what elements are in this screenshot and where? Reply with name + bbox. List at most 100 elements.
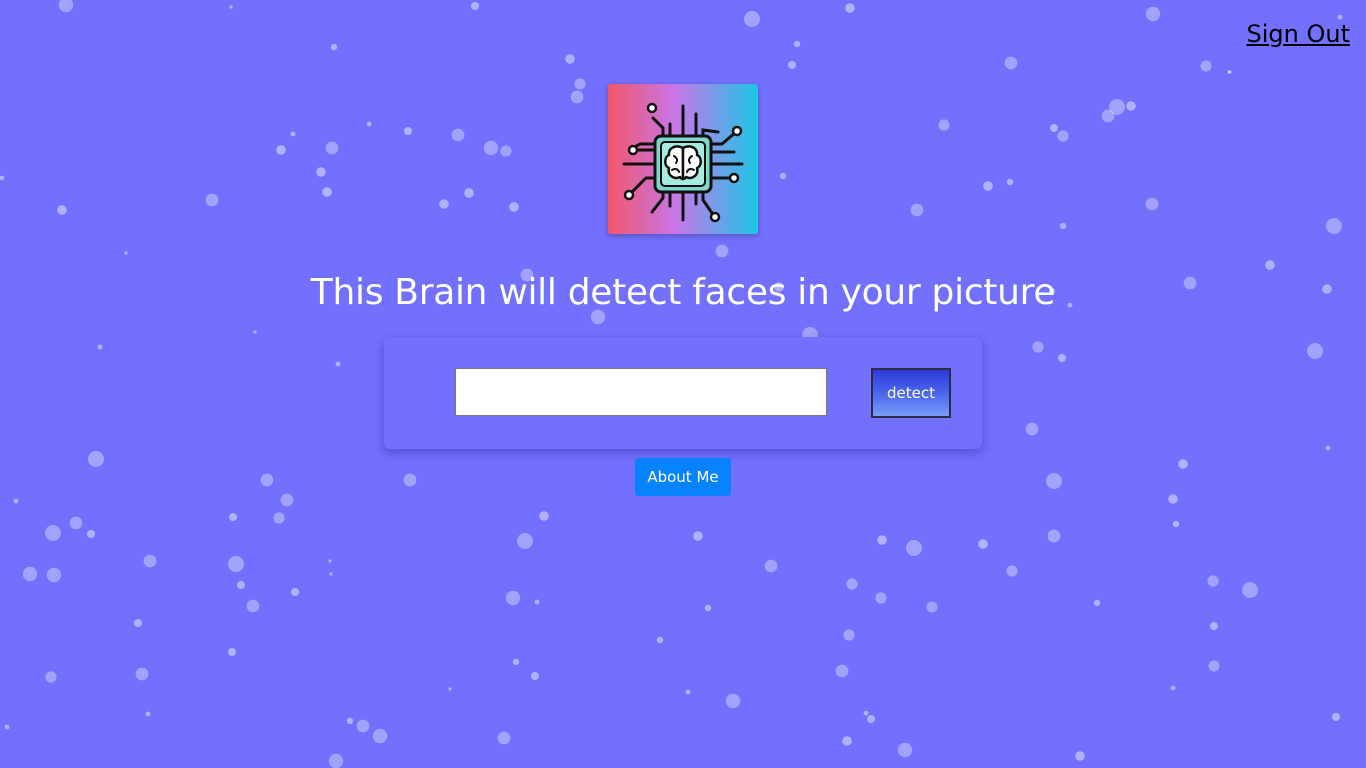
- particle: [1242, 582, 1258, 598]
- particle: [1265, 260, 1275, 270]
- particle: [246, 599, 260, 613]
- particle: [1047, 529, 1061, 543]
- particle: [22, 566, 38, 582]
- particle: [1006, 178, 1014, 186]
- particle: [1050, 124, 1058, 132]
- particle: [322, 187, 332, 197]
- particle: [69, 516, 83, 530]
- particle: [875, 592, 887, 604]
- sign-out-link[interactable]: Sign Out: [1247, 20, 1351, 48]
- particle: [906, 540, 922, 556]
- particle: [145, 711, 151, 717]
- particle: [534, 599, 540, 605]
- particle: [228, 648, 236, 656]
- particle: [793, 40, 801, 48]
- particle: [88, 451, 104, 467]
- particle: [1032, 341, 1044, 353]
- particle: [335, 361, 341, 367]
- particle: [1126, 101, 1136, 111]
- particle: [330, 43, 338, 51]
- particle: [744, 11, 760, 27]
- particle: [276, 145, 286, 155]
- particle: [835, 664, 849, 678]
- particle: [1178, 459, 1188, 469]
- particle: [978, 539, 988, 549]
- particle: [328, 559, 332, 563]
- particle: [539, 511, 549, 521]
- particle: [1046, 473, 1062, 489]
- particle: [328, 753, 344, 768]
- about-me-button[interactable]: About Me: [635, 458, 731, 496]
- particle: [228, 556, 244, 572]
- particle: [725, 693, 741, 709]
- particle: [570, 90, 584, 104]
- particle: [1228, 70, 1232, 74]
- particle: [1057, 130, 1069, 142]
- particle: [471, 2, 479, 10]
- particle: [1145, 6, 1161, 22]
- particle: [280, 493, 294, 507]
- particle: [512, 658, 520, 666]
- particle: [788, 61, 796, 69]
- particle: [500, 145, 512, 157]
- particle: [1208, 660, 1220, 672]
- particle: [565, 54, 575, 64]
- particle: [46, 567, 62, 583]
- particle: [574, 78, 586, 90]
- particle: [1109, 99, 1125, 115]
- particle: [143, 554, 157, 568]
- particle: [715, 244, 729, 258]
- particle: [779, 172, 787, 180]
- particle: [1337, 14, 1343, 20]
- detect-button[interactable]: detect: [871, 368, 951, 418]
- particle: [846, 578, 858, 590]
- particle: [842, 736, 852, 746]
- particle: [346, 717, 354, 725]
- particle: [229, 5, 233, 9]
- particle: [897, 742, 913, 758]
- particle: [910, 203, 924, 217]
- particle: [1307, 343, 1323, 359]
- particle: [509, 202, 519, 212]
- particle: [356, 719, 370, 733]
- particle: [439, 199, 449, 209]
- particle: [87, 530, 95, 538]
- particle: [938, 119, 950, 131]
- particle: [867, 715, 875, 723]
- particle: [316, 167, 326, 177]
- particle: [1325, 445, 1331, 451]
- particle: [704, 604, 712, 612]
- particle: [483, 140, 499, 156]
- particle: [404, 127, 412, 135]
- brain-chip-icon: [622, 102, 744, 223]
- particle: [1101, 109, 1115, 123]
- page-headline: This Brain will detect faces in your pic…: [310, 272, 1056, 313]
- particle: [1170, 685, 1176, 691]
- particle: [13, 498, 19, 504]
- particle: [124, 251, 128, 255]
- particle: [764, 559, 778, 573]
- particle: [693, 531, 703, 541]
- particle: [531, 672, 539, 680]
- image-url-input[interactable]: [455, 368, 827, 416]
- particle: [1075, 751, 1085, 761]
- particle: [451, 128, 465, 142]
- logo: [608, 84, 758, 234]
- particle: [0, 175, 5, 181]
- particle: [366, 121, 372, 127]
- particle: [1059, 222, 1067, 230]
- particle: [1210, 622, 1218, 630]
- particle: [497, 731, 511, 745]
- particle: [1207, 575, 1219, 587]
- particle: [505, 590, 521, 606]
- particle: [134, 619, 142, 627]
- particle: [291, 588, 299, 596]
- particle: [1004, 56, 1018, 70]
- particle: [329, 572, 333, 576]
- particle: [1200, 60, 1212, 72]
- particle: [403, 473, 417, 487]
- particle: [877, 535, 887, 545]
- particle: [926, 601, 938, 613]
- particle: [229, 513, 237, 521]
- particle: [1145, 197, 1159, 211]
